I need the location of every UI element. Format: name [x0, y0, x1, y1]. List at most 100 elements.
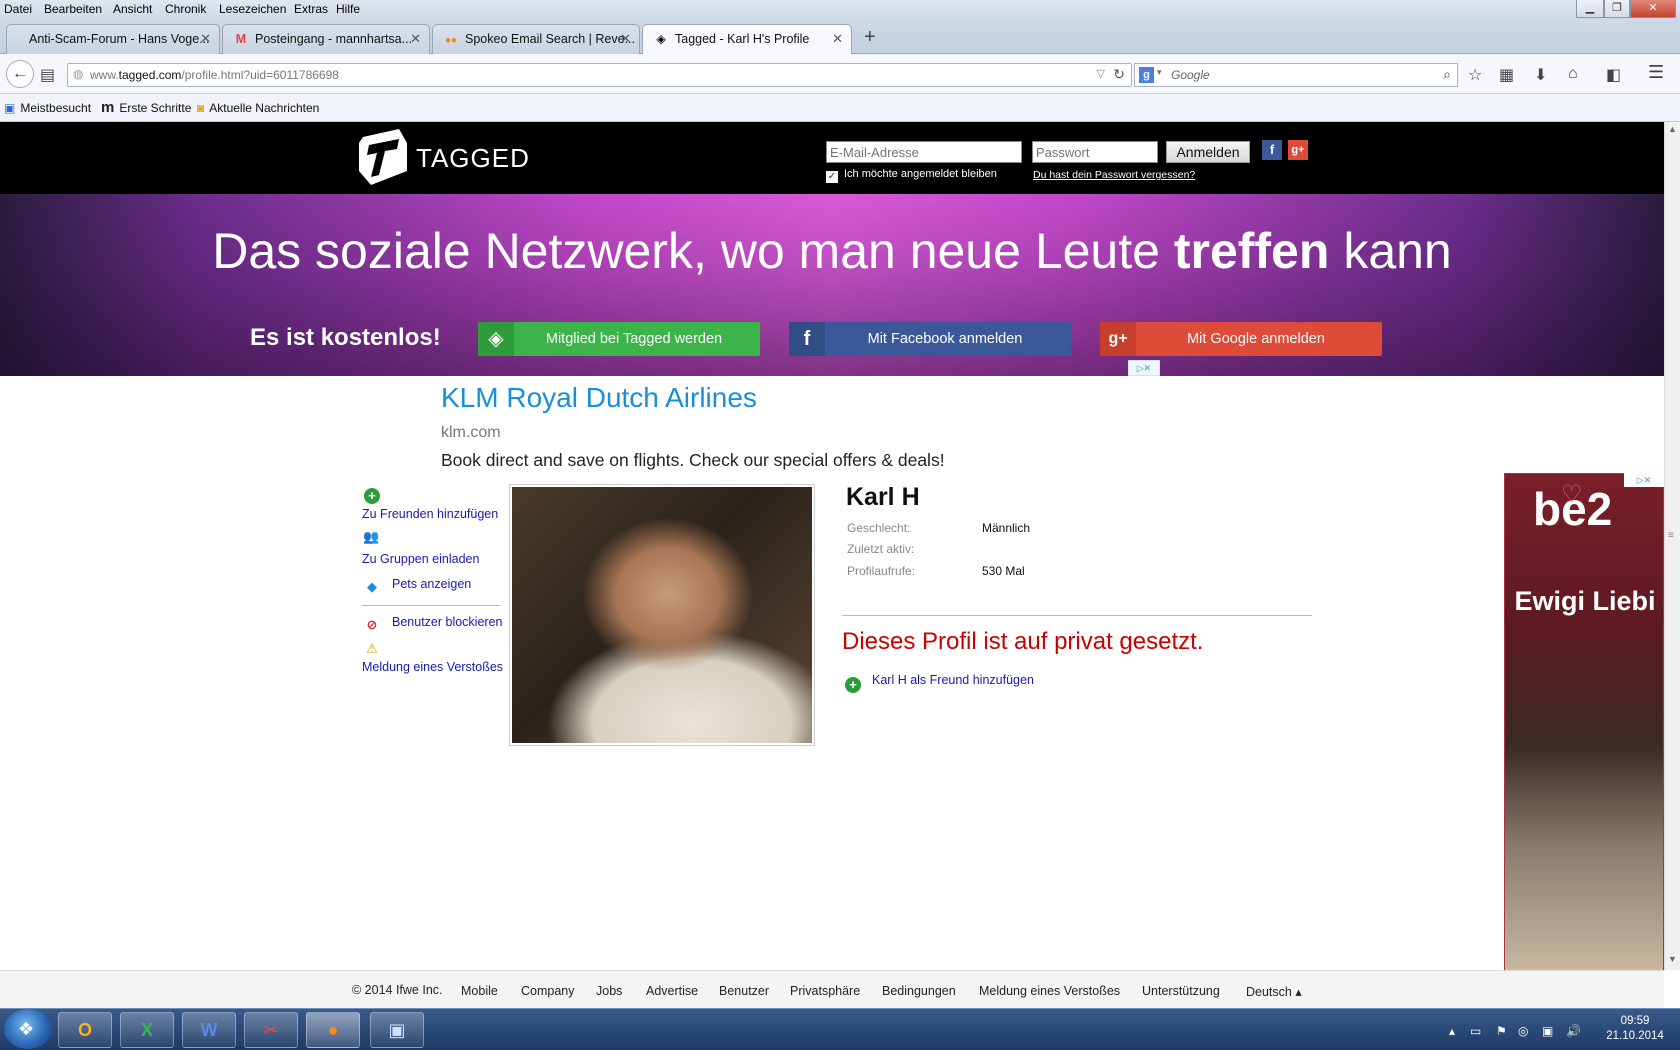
- tab-spokeo[interactable]: ●● Spokeo Email Search | Reve... ✕: [432, 24, 640, 54]
- group-icon[interactable]: 👥: [363, 529, 379, 545]
- search-input[interactable]: Google: [1171, 68, 1210, 82]
- tab-anti-scam-forum[interactable]: Anti-Scam-Forum - Hans Voge... ✕: [6, 24, 220, 54]
- maximize-icon[interactable]: ❐: [1604, 0, 1630, 18]
- engine-dropdown-icon[interactable]: ▾: [1157, 67, 1162, 78]
- warning-icon[interactable]: ⚠: [364, 641, 380, 657]
- bookmark-meistbesucht[interactable]: ▣ Meistbesucht: [4, 101, 91, 115]
- invite-groups-link[interactable]: Zu Gruppen einladen: [362, 552, 479, 566]
- menu-chronik[interactable]: Chronik: [165, 2, 206, 16]
- block-icon[interactable]: ⊘: [364, 617, 380, 633]
- close-tab-icon[interactable]: ✕: [620, 25, 631, 53]
- footer-link-advertise[interactable]: Advertise: [646, 984, 698, 998]
- facebook-icon[interactable]: f: [1262, 140, 1282, 160]
- url-bar[interactable]: ◍ www.tagged.com/profile.html?uid=601178…: [67, 63, 1132, 87]
- search-bar[interactable]: g ▾ Google ⌕: [1134, 63, 1458, 87]
- tagged-logo-icon[interactable]: [355, 127, 410, 187]
- join-tagged-button[interactable]: ◈ Mitglied bei Tagged werden: [478, 322, 760, 356]
- minimize-icon[interactable]: ▁: [1576, 0, 1604, 18]
- back-icon[interactable]: ←: [6, 60, 34, 88]
- identity-icon[interactable]: ▤: [40, 65, 55, 85]
- close-window-icon[interactable]: ✕: [1630, 0, 1676, 18]
- ad-choices-icon[interactable]: ▷✕: [1128, 360, 1160, 376]
- show-hidden-icons[interactable]: ▴: [1449, 1024, 1455, 1038]
- menu-lesezeichen[interactable]: Lesezeichen: [219, 2, 286, 16]
- login-button[interactable]: Anmelden: [1166, 141, 1250, 163]
- bookmark-aktuelle-nachrichten[interactable]: ◙ Aktuelle Nachrichten: [197, 101, 319, 115]
- scroll-grip-icon[interactable]: ≡: [1668, 530, 1674, 541]
- bookmark-star-icon[interactable]: ☆: [1468, 65, 1482, 85]
- reload-icon[interactable]: ↻: [1113, 66, 1125, 83]
- ad-description[interactable]: Book direct and save on flights. Check o…: [441, 450, 945, 471]
- page-scrollbar[interactable]: ▲ ≡ ▼: [1664, 122, 1680, 970]
- forgot-password-link[interactable]: Du hast dein Passwort vergessen?: [1033, 169, 1195, 181]
- google-login-button[interactable]: g+ Mit Google anmelden: [1100, 322, 1382, 356]
- block-user-link[interactable]: Benutzer blockieren: [392, 615, 502, 629]
- footer-link-privatsphaere[interactable]: Privatsphäre: [790, 984, 860, 998]
- email-field[interactable]: [826, 141, 1022, 163]
- ad-url[interactable]: klm.com: [441, 424, 501, 442]
- bookmark-erste-schritte[interactable]: m Erste Schritte: [101, 99, 191, 116]
- footer-link-benutzer[interactable]: Benutzer: [719, 984, 769, 998]
- footer-link-company[interactable]: Company: [521, 984, 575, 998]
- pets-tag-icon[interactable]: ◆: [364, 579, 380, 595]
- tab-posteingang[interactable]: M Posteingang - mannhartsa... ✕: [222, 24, 430, 54]
- facebook-login-button[interactable]: f Mit Facebook anmelden: [789, 322, 1071, 356]
- action-center-flag-icon[interactable]: ⚑: [1496, 1024, 1507, 1038]
- scroll-up-icon[interactable]: ▲: [1668, 124, 1677, 134]
- menu-extras[interactable]: Extras: [294, 2, 328, 16]
- side-banner-ad[interactable]: [1504, 473, 1664, 970]
- taskbar-outlook[interactable]: O: [58, 1012, 112, 1048]
- taskbar-excel[interactable]: X: [120, 1012, 174, 1048]
- close-tab-icon[interactable]: ✕: [410, 25, 421, 53]
- footer-link-report[interactable]: Meldung eines Verstoßes: [979, 984, 1120, 998]
- sync-icon[interactable]: ◧: [1606, 65, 1621, 85]
- taskbar-remote-desktop[interactable]: ▣: [370, 1012, 424, 1048]
- ad-slogan[interactable]: Ewigi Liebi: [1507, 586, 1663, 617]
- menu-ansicht[interactable]: Ansicht: [113, 2, 152, 16]
- taskbar-word[interactable]: W: [182, 1012, 236, 1048]
- footer-link-jobs[interactable]: Jobs: [596, 984, 622, 998]
- network-icon[interactable]: ▣: [1542, 1024, 1553, 1038]
- add-friend-icon[interactable]: +: [364, 488, 380, 504]
- footer-link-support[interactable]: Unterstützung: [1142, 984, 1220, 998]
- new-tab-icon[interactable]: +: [864, 26, 876, 49]
- add-friend-link[interactable]: Zu Freunden hinzufügen: [362, 507, 498, 521]
- remember-me[interactable]: ✓ Ich möchte angemeldet bleiben: [826, 168, 997, 183]
- keyboard-icon[interactable]: ▭: [1470, 1024, 1481, 1038]
- checkbox-checked-icon[interactable]: ✓: [826, 171, 838, 183]
- google-icon[interactable]: g: [1139, 67, 1154, 83]
- search-icon[interactable]: ⌕: [1443, 66, 1451, 83]
- system-clock[interactable]: 09:59 21.10.2014: [1600, 1014, 1670, 1044]
- history-dropdown-icon[interactable]: ▽: [1097, 67, 1105, 80]
- start-button[interactable]: ❖: [4, 1009, 52, 1049]
- close-tab-icon[interactable]: ✕: [200, 25, 211, 53]
- footer-link-mobile[interactable]: Mobile: [461, 984, 498, 998]
- password-field[interactable]: [1032, 141, 1158, 163]
- ad-title[interactable]: KLM Royal Dutch Airlines: [441, 382, 757, 414]
- menu-datei[interactable]: Datei: [4, 2, 32, 16]
- footer-link-bedingungen[interactable]: Bedingungen: [882, 984, 956, 998]
- download-icon[interactable]: ⬇: [1534, 65, 1547, 85]
- report-link[interactable]: Meldung eines Verstoßes: [362, 660, 503, 674]
- show-pets-link[interactable]: Pets anzeigen: [392, 577, 471, 591]
- site-logo-text[interactable]: TAGGED: [416, 143, 530, 174]
- menu-hilfe[interactable]: Hilfe: [336, 2, 360, 16]
- google-plus-icon[interactable]: g+: [1288, 140, 1308, 160]
- tab-tagged-profile[interactable]: ◈ Tagged - Karl H's Profile ✕: [642, 24, 852, 55]
- reading-list-icon[interactable]: ▦: [1499, 65, 1514, 85]
- volume-icon[interactable]: 🔊: [1566, 1024, 1581, 1038]
- word-icon: W: [200, 1020, 218, 1040]
- menu-bearbeiten[interactable]: Bearbeiten: [44, 2, 102, 16]
- taskbar-firefox[interactable]: ●: [306, 1012, 360, 1048]
- scroll-down-icon[interactable]: ▼: [1668, 954, 1677, 964]
- home-icon[interactable]: ⌂: [1568, 65, 1578, 83]
- language-selector[interactable]: Deutsch ▴: [1246, 984, 1302, 999]
- add-friend-icon[interactable]: +: [845, 677, 861, 693]
- menu-icon[interactable]: ☰: [1648, 62, 1664, 83]
- security-icon[interactable]: ◎: [1518, 1024, 1528, 1038]
- close-tab-icon[interactable]: ✕: [832, 25, 843, 53]
- add-as-friend-link[interactable]: Karl H als Freund hinzufügen: [872, 673, 1034, 687]
- taskbar-snipping-tool[interactable]: ✂: [244, 1012, 298, 1048]
- ad-choices-icon[interactable]: ▷✕: [1624, 473, 1664, 487]
- profile-photo[interactable]: [509, 484, 815, 746]
